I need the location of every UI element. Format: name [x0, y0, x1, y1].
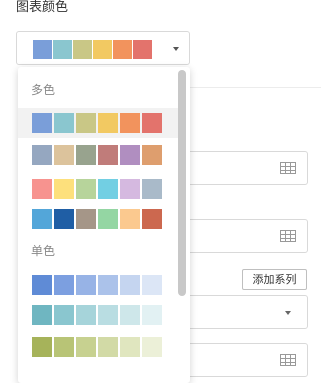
color-swatch — [142, 275, 162, 295]
chevron-down-icon — [285, 311, 291, 315]
color-swatch — [120, 275, 140, 295]
color-swatch — [142, 209, 162, 229]
chart-color-title: 图表颜色 — [16, 0, 69, 15]
color-swatch — [76, 209, 96, 229]
color-swatch — [120, 337, 140, 357]
color-swatch — [54, 145, 74, 165]
group-label-multicolor: 多色 — [31, 83, 56, 97]
palette-option[interactable] — [18, 204, 180, 234]
palette-option[interactable] — [18, 140, 180, 170]
color-swatch — [76, 275, 96, 295]
color-swatch — [76, 337, 96, 357]
color-palette-select[interactable] — [16, 31, 190, 65]
palette-option[interactable] — [18, 108, 180, 138]
section-divider — [180, 87, 321, 88]
color-swatch — [120, 209, 140, 229]
selected-palette-preview — [33, 40, 152, 59]
color-swatch — [142, 113, 162, 133]
color-swatch — [142, 145, 162, 165]
color-swatch — [133, 40, 152, 59]
color-swatch — [98, 145, 118, 165]
color-swatch — [98, 275, 118, 295]
color-swatch — [93, 40, 112, 59]
chevron-down-icon — [173, 47, 179, 51]
color-swatch — [76, 179, 96, 199]
dropdown-scrollbar[interactable] — [178, 70, 186, 296]
palette-option[interactable] — [18, 300, 180, 330]
color-swatch — [54, 209, 74, 229]
color-swatch — [54, 337, 74, 357]
color-swatch — [32, 179, 52, 199]
color-swatch — [120, 179, 140, 199]
color-swatch — [54, 113, 74, 133]
color-swatch — [76, 145, 96, 165]
color-swatch — [142, 179, 162, 199]
color-swatch — [53, 40, 72, 59]
group-label-single-color: 单色 — [31, 244, 56, 258]
color-swatch — [142, 305, 162, 325]
color-swatch — [32, 113, 52, 133]
color-swatch — [32, 275, 52, 295]
color-swatch — [54, 275, 74, 295]
color-swatch — [98, 113, 118, 133]
palette-option[interactable] — [18, 332, 180, 362]
color-swatch — [54, 305, 74, 325]
add-series-button[interactable]: 添加系列 — [242, 269, 307, 290]
color-swatch — [32, 337, 52, 357]
color-swatch — [98, 337, 118, 357]
color-swatch — [142, 337, 162, 357]
color-swatch — [98, 209, 118, 229]
table-icon[interactable] — [280, 230, 296, 242]
table-icon[interactable] — [280, 354, 296, 366]
color-swatch — [98, 179, 118, 199]
color-swatch — [73, 40, 92, 59]
color-swatch — [76, 305, 96, 325]
color-swatch — [32, 145, 52, 165]
color-swatch — [32, 305, 52, 325]
color-swatch — [113, 40, 132, 59]
color-swatch — [76, 113, 96, 133]
palette-option[interactable] — [18, 174, 180, 204]
palette-dropdown: 多色 单色 — [18, 67, 190, 383]
color-swatch — [120, 113, 140, 133]
color-swatch — [120, 145, 140, 165]
color-swatch — [32, 209, 52, 229]
color-swatch — [120, 305, 140, 325]
color-swatch — [54, 179, 74, 199]
chart-settings-panel: 图表颜色 添加系列 多色 单色 — [0, 0, 321, 383]
color-swatch — [98, 305, 118, 325]
palette-option[interactable] — [18, 270, 180, 300]
table-icon[interactable] — [280, 162, 296, 174]
color-swatch — [33, 40, 52, 59]
